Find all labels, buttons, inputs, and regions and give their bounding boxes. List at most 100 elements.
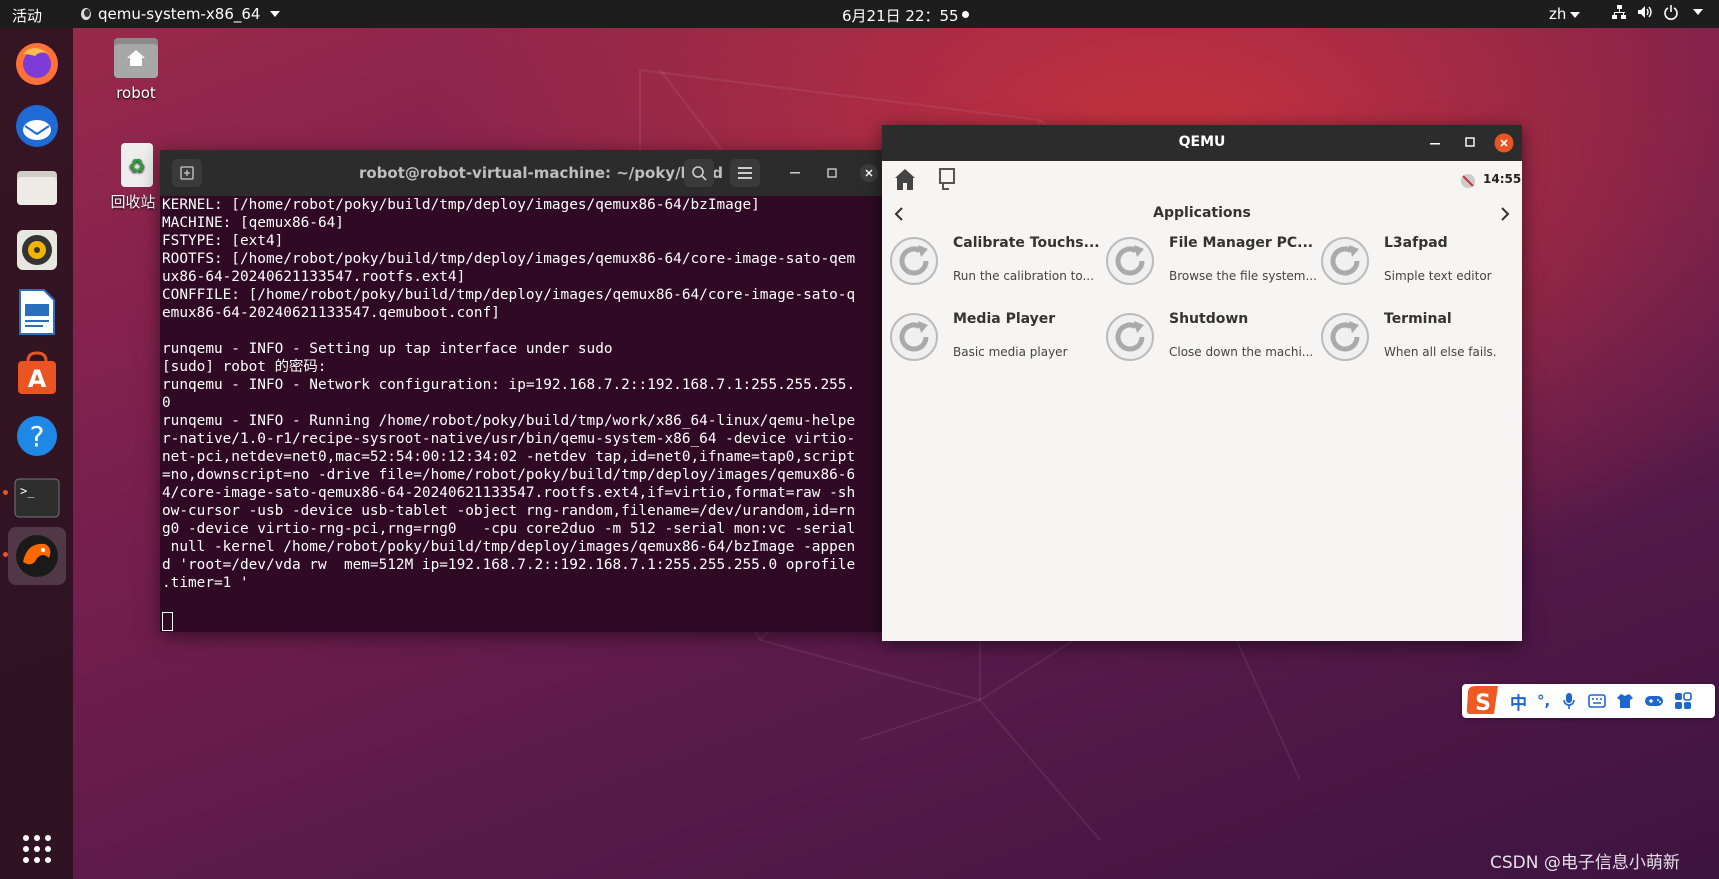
activities-button[interactable]: 活动 — [12, 5, 42, 26]
ime-toolbar[interactable]: S 中 °, — [1462, 684, 1715, 718]
dock: A ? >_ — [0, 28, 73, 879]
qemu-titlebar[interactable]: QEMU — [882, 125, 1522, 161]
minimize-icon[interactable] — [1430, 142, 1440, 146]
app-name: L3afpad — [1384, 235, 1448, 251]
app-name: Calibrate Touchs... — [953, 235, 1100, 251]
window-switcher-icon[interactable] — [938, 167, 956, 191]
sogou-logo-icon[interactable]: S — [1464, 684, 1502, 718]
desktop-home[interactable]: robot — [106, 36, 166, 102]
app-desc: Basic media player — [953, 345, 1068, 359]
writer-icon — [19, 289, 55, 335]
network-status-icon[interactable] — [1460, 173, 1476, 189]
qemu-window[interactable]: QEMU 14:55 Applications Calibrate Touchs… — [882, 125, 1522, 641]
toolbox-icon[interactable] — [1674, 692, 1693, 710]
terminal-title: robot@robot-virtual-machine: ~/poky/buil… — [358, 164, 723, 182]
volume-icon — [1638, 6, 1652, 18]
maximize-icon[interactable] — [827, 168, 837, 178]
software-icon: A — [18, 351, 56, 394]
refresh-icon — [890, 313, 938, 361]
desktop-home-label: robot — [116, 84, 156, 102]
app-desc: Close down the machi... — [1169, 345, 1314, 359]
maximize-icon[interactable] — [1465, 137, 1475, 147]
dock-thunderbird[interactable] — [8, 97, 66, 155]
lang-label: zh — [1549, 5, 1567, 23]
dock-help[interactable]: ? — [8, 407, 66, 465]
dock-files[interactable] — [8, 159, 66, 217]
terminal-titlebar[interactable]: robot@robot-virtual-machine: ~/poky/buil… — [160, 150, 882, 196]
qemu-icon — [16, 535, 58, 577]
app-launcher[interactable]: Terminal When all else fails. — [1313, 305, 1523, 371]
dock-qemu[interactable] — [8, 527, 66, 585]
chevron-down-icon — [270, 11, 281, 17]
app-menu-label: qemu-system-x86_64 — [98, 5, 261, 23]
gamepad-icon[interactable] — [1644, 694, 1664, 708]
running-indicator — [3, 552, 8, 557]
svg-text:A: A — [28, 365, 47, 393]
clock[interactable]: 6月21日 22：55 — [842, 5, 959, 26]
terminal-window[interactable]: robot@robot-virtual-machine: ~/poky/buil… — [160, 150, 882, 632]
microphone-icon[interactable] — [1562, 692, 1576, 710]
dock-writer[interactable] — [8, 283, 66, 341]
app-desc: Browse the file system... — [1169, 269, 1317, 283]
dock-terminal[interactable]: >_ — [8, 469, 66, 527]
desktop-trash-label: 回收站 — [110, 193, 156, 211]
app-desc: When all else fails. — [1384, 345, 1497, 359]
hamburger-icon — [738, 167, 752, 179]
top-bar: 活动 qemu-system-x86_64 6月21日 22：55 zh — [0, 0, 1719, 28]
watermark: CSDN @电子信息小萌新 — [1490, 853, 1680, 873]
terminal-icon: >_ — [14, 478, 60, 518]
rhythmbox-icon — [17, 230, 57, 270]
app-launcher[interactable]: Shutdown Close down the machi... — [1098, 305, 1313, 371]
qemu-small-icon — [81, 8, 91, 20]
keyboard-icon[interactable] — [1588, 694, 1607, 708]
ime-punctuation[interactable]: °, — [1537, 692, 1550, 710]
system-menu[interactable] — [1611, 4, 1703, 20]
help-icon: ? — [17, 416, 57, 456]
running-indicator — [3, 490, 8, 495]
qemu-title: QEMU — [1178, 134, 1226, 150]
terminal-output[interactable]: KERNEL: [/home/robot/poky/build/tmp/depl… — [160, 196, 882, 592]
app-launcher[interactable]: Calibrate Touchs... Run the calibration … — [882, 229, 1100, 295]
home-icon[interactable] — [894, 167, 916, 191]
section-title: Applications — [1153, 205, 1251, 221]
search-icon — [692, 166, 707, 181]
svg-text:S: S — [1475, 691, 1491, 716]
refresh-icon — [890, 237, 938, 285]
app-name: Terminal — [1384, 311, 1452, 327]
search-button[interactable] — [684, 159, 714, 187]
show-applications-button[interactable] — [8, 824, 66, 874]
app-launcher[interactable]: File Manager PC... Browse the file syste… — [1098, 229, 1317, 295]
menu-button[interactable] — [730, 159, 760, 187]
notification-dot — [962, 11, 969, 18]
svg-text:?: ? — [30, 420, 45, 453]
ime-mode[interactable]: 中 — [1510, 689, 1527, 714]
refresh-icon — [1321, 313, 1369, 361]
refresh-icon — [1106, 237, 1154, 285]
close-icon[interactable] — [1494, 133, 1514, 153]
thunderbird-icon — [16, 105, 58, 147]
dock-software[interactable]: A — [8, 345, 66, 403]
power-icon — [1664, 5, 1678, 20]
app-launcher[interactable]: Media Player Basic media player — [882, 305, 1092, 371]
svg-text:♻: ♻ — [128, 154, 146, 178]
dock-rhythmbox[interactable] — [8, 221, 66, 279]
input-method-menu[interactable]: zh — [1549, 5, 1581, 23]
dock-firefox[interactable] — [8, 35, 66, 93]
firefox-icon — [16, 43, 58, 85]
chevron-right-icon[interactable] — [1500, 207, 1510, 221]
chevron-down-icon — [1693, 9, 1703, 15]
refresh-icon — [1106, 313, 1154, 361]
app-menu[interactable]: qemu-system-x86_64 — [80, 5, 281, 23]
app-name: Media Player — [953, 311, 1056, 327]
desktop-trash[interactable]: ♻ 回收站 — [110, 141, 162, 212]
terminal-cursor — [162, 612, 173, 631]
section-header: Applications — [882, 199, 1522, 229]
trash-icon: ♻ — [121, 143, 153, 187]
skin-icon[interactable] — [1616, 693, 1634, 709]
app-grid-icon — [23, 835, 51, 863]
close-icon[interactable] — [860, 164, 878, 182]
refresh-icon — [1321, 237, 1369, 285]
app-name: Shutdown — [1169, 311, 1249, 327]
app-launcher[interactable]: L3afpad Simple text editor — [1313, 229, 1523, 295]
minimize-icon[interactable] — [790, 170, 800, 174]
